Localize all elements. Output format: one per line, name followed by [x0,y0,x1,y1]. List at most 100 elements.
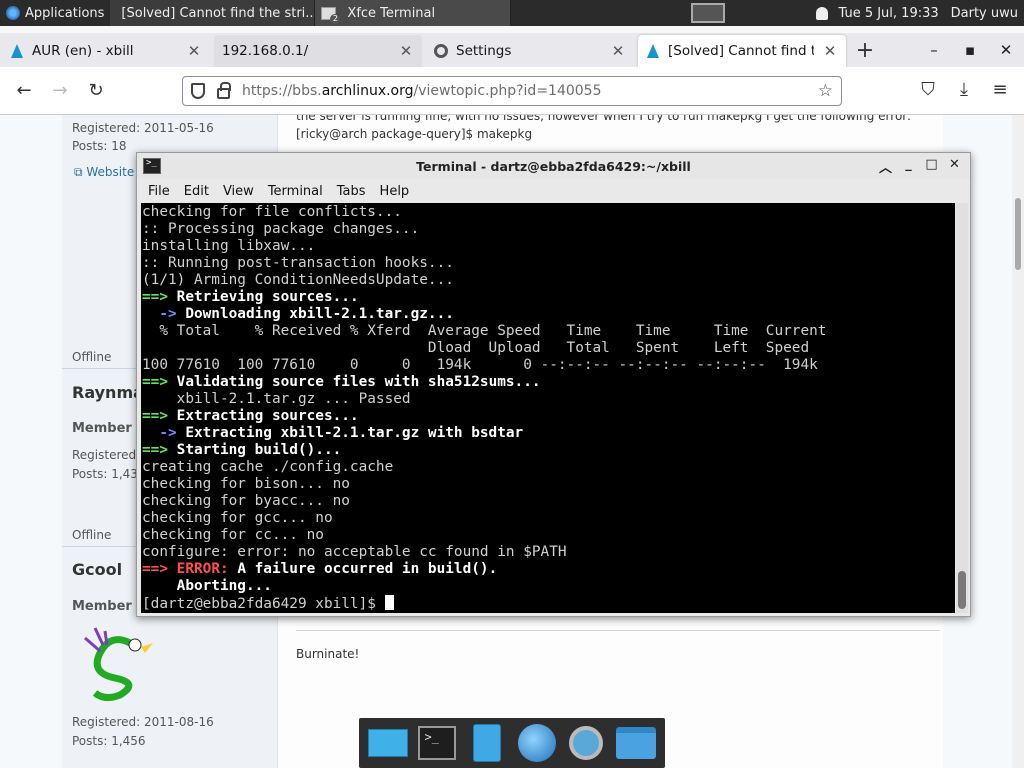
close-icon[interactable]: ✕ [943,157,966,176]
terminal-line: -> Downloading xbill-2.1.tar.gz... [142,306,955,323]
menu-help[interactable]: Help [373,184,417,199]
lock-icon[interactable] [217,81,231,99]
tab-title: Settings [456,43,512,59]
page-scrollbar-thumb[interactable] [1015,198,1021,270]
new-tab-button[interactable]: + [848,33,882,67]
back-arrow-icon[interactable]: ← [6,80,42,101]
terminal-title: Terminal - dartz@ebba2fda6429:~/xbill [416,158,691,174]
dock-app-finder[interactable] [565,722,607,764]
search-icon [569,726,604,760]
browser-tab-bar: AUR (en) - xbill ✕ 192.168.0.1/ ✕ Settin… [0,33,1024,67]
terminal-titlebar[interactable]: Terminal - dartz@ebba2fda6429:~/xbill ︿ … [137,153,970,179]
terminal-line-segment: Extracting sources... [168,408,359,424]
terminal-line-segment: :: Processing package changes... [142,221,420,237]
terminal-prompt-line[interactable]: [dartz@ebba2fda6429 xbill]$ [142,595,955,613]
tracking-protection-shield-icon[interactable] [191,83,205,99]
xfce-logo-icon [6,6,20,20]
terminal-scrollbar-thumb[interactable] [958,571,966,609]
tab-settings[interactable]: Settings ✕ [426,35,634,67]
user3-avatar [84,627,153,702]
top-panel: Applications [Solved] Cannot find the st… [0,0,1024,26]
terminal-line-segment: checking for gcc... no [142,510,333,526]
arch-favicon-icon [10,44,24,58]
user3-registered: Registered: 2011-08-16 [72,715,214,729]
user3-role: Member [72,599,132,614]
forward-arrow-icon[interactable]: → [42,80,78,101]
tab-aur-xbill[interactable]: AUR (en) - xbill ✕ [2,35,210,67]
tab-title: [Solved] Cannot find the stri [668,43,814,59]
menu-view[interactable]: View [216,184,261,199]
dock-web-browser[interactable] [516,722,558,764]
menu-edit[interactable]: Edit [177,184,216,199]
terminal-line: checking for file conflicts... [142,204,955,221]
minimize-icon[interactable]: _ [897,157,920,176]
hamburger-menu-icon[interactable]: ≡ [982,79,1018,100]
close-tab-icon[interactable]: ✕ [398,42,414,60]
terminal-line-segment: configure: error: no acceptable cc found… [142,544,567,560]
post-code: [ricky@arch package-query]$ makepkg [296,127,533,141]
reload-icon[interactable]: ↻ [78,80,114,101]
dock-home-folder[interactable] [615,722,657,764]
terminal-line-segment: Aborting... [142,578,272,594]
tab-router[interactable]: 192.168.0.1/ ✕ [214,35,422,67]
terminal-line: ==> ERROR: A failure occurred in build()… [142,561,955,578]
terminal-line: Dload Upload Total Spent Left Speed [142,340,955,357]
terminal-scrollbar[interactable] [956,203,968,613]
terminal-line-segment: 100 77610 100 77610 0 0 194k 0 --:--:-- … [142,357,818,373]
shade-icon[interactable]: ︿ [874,157,897,176]
terminal-line: ==> Retrieving sources... [142,289,955,306]
close-tab-icon[interactable]: ✕ [822,42,838,60]
menu-file[interactable]: File [141,184,177,199]
website-label: Website [86,165,135,179]
terminal-line: Aborting... [142,578,955,595]
close-window-icon[interactable]: ✕ [988,41,1024,59]
clock[interactable]: Tue 5 Jul, 19:33 [832,0,944,26]
applications-menu-button[interactable]: Applications [0,0,110,26]
terminal-line-segment: Dload Upload Total Spent Left Speed [142,340,810,356]
menu-tabs[interactable]: Tabs [330,184,373,199]
terminal-line-segment: Retrieving sources... [168,289,359,305]
terminal-line: xbill-2.1.tar.gz ... Passed [142,391,955,408]
terminal-screen[interactable]: checking for file conflicts...:: Process… [141,203,955,613]
browser-window-controls: – ▪ ✕ [916,33,1024,67]
close-tab-icon[interactable]: ✕ [186,42,202,60]
tab-solved-thread[interactable]: [Solved] Cannot find the stri ✕ [638,35,846,67]
user3-name[interactable]: Gcool [72,560,122,579]
downloads-icon[interactable]: ⤓ [946,79,982,100]
post-divider [296,630,940,631]
user3-post-text: Burninate! [296,647,360,661]
notification-bell-icon[interactable] [816,6,829,20]
maximize-icon[interactable]: □ [920,157,943,176]
terminal-line-segment: ==> [142,561,168,577]
terminal-line-segment: -> [142,306,177,322]
bookmark-star-icon[interactable]: ☆ [818,81,833,101]
terminal-line-segment: Validating source files with sha512sums.… [168,374,541,390]
terminal-line-segment: checking for file conflicts... [142,204,402,220]
pocket-icon[interactable]: ⛉ [910,79,946,100]
browser-nav-bar: ← → ↻ https://bbs.archlinux.org/viewtopi… [0,67,1024,115]
terminal-line: -> Extracting xbill-2.1.tar.gz with bsdt… [142,425,955,442]
terminal-line-segment: checking for byacc... no [142,493,350,509]
url-text[interactable]: https://bbs.archlinux.org/viewtopic.php?… [242,83,602,99]
user1-website-link[interactable]: ⧉ Website [74,165,134,180]
dock-show-desktop[interactable] [367,722,409,764]
maximize-icon[interactable]: ▪ [952,41,988,59]
workspace-switcher[interactable] [691,3,726,23]
terminal-window[interactable]: Terminal - dartz@ebba2fda6429:~/xbill ︿ … [136,152,971,617]
user2-posts: Posts: 1,437 [72,467,146,481]
terminal-line-segment: :: Running post-transaction hooks... [142,255,454,271]
user-name[interactable]: Darty uwu [945,0,1024,26]
terminal-line-segment: ==> [142,442,168,458]
minimize-icon[interactable]: – [916,41,952,59]
arch-favicon-icon [646,44,660,58]
user3-posts: Posts: 1,456 [72,734,146,748]
dock-terminal[interactable] [416,722,458,764]
taskbar-terminal-button[interactable]: Xfce Terminal [315,0,512,26]
menu-terminal[interactable]: Terminal [261,184,330,199]
terminal-line: checking for gcc... no [142,510,955,527]
dock-file-manager[interactable] [466,722,508,764]
close-tab-icon[interactable]: ✕ [610,42,626,60]
url-bar[interactable]: https://bbs.archlinux.org/viewtopic.php?… [182,76,842,106]
dock [359,718,665,768]
taskbar-firefox-button[interactable]: [Solved] Cannot find the stri... [110,0,316,26]
